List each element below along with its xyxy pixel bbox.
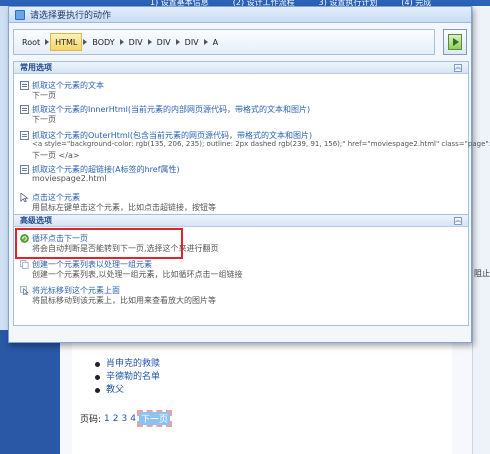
advanced-options-header[interactable]: 高级选项 ︽ <box>14 215 468 227</box>
pager: 页码: 1 2 3 4 下一页 <box>80 410 173 427</box>
breadcrumb-separator-icon <box>147 39 152 45</box>
page-link[interactable]: 3 <box>122 414 128 424</box>
action-desc: moviespage2.html <box>32 174 107 183</box>
breadcrumb-item-root[interactable]: Root <box>18 33 44 51</box>
cursor-icon <box>20 193 29 202</box>
dialog-title-bar: 请选择要执行的动作 <box>9 7 471 23</box>
action-desc: 用鼠标左键单击这个元素，比如点击超链接，按钮等 <box>32 203 216 212</box>
movie-link[interactable]: 教父 <box>94 384 160 397</box>
highlight-annotation <box>15 228 183 259</box>
action-desc: 将鼠标移动到该元素上，比如用来查看放大的图片等 <box>32 296 216 305</box>
breadcrumb-separator-icon <box>119 39 124 45</box>
doc-icon <box>20 81 29 90</box>
breadcrumb-item-html[interactable]: HTML <box>50 33 83 51</box>
page-link[interactable]: 4 <box>130 414 136 424</box>
page-link[interactable]: 1 <box>104 414 110 424</box>
right-panel-label: 阻止 <box>474 269 490 278</box>
collapse-icon[interactable]: ︽ <box>454 63 462 72</box>
common-options-header[interactable]: 常用选项 ︽ <box>14 62 468 74</box>
breadcrumb-separator-icon <box>45 39 50 45</box>
section-title: 常用选项 <box>20 63 52 72</box>
collapse-icon[interactable]: ︽ <box>454 216 462 225</box>
doc-icon <box>20 105 29 114</box>
movie-list: 肖申克的救赎 辛德勒的名单 教父 <box>94 358 160 397</box>
common-options-section: 常用选项 ︽ 抓取这个元素的文本 下一页 抓取这个元素的InnerHtml(当前… <box>13 61 490 215</box>
breadcrumb-item-div[interactable]: DIV <box>181 33 203 51</box>
doc-icon <box>20 131 29 140</box>
doc-icon <box>20 165 29 174</box>
app-icon <box>15 9 25 20</box>
action-desc: 下一页 <box>32 115 56 124</box>
breadcrumb-separator-icon <box>175 39 180 45</box>
action-title[interactable]: 抓取这个元素的InnerHtml(当前元素的内部网页源代码，带格式的文本和图片) <box>32 104 310 115</box>
element-breadcrumb: Root HTML BODY DIV DIV DIV A <box>13 29 435 55</box>
movie-link[interactable]: 肖申克的救赎 <box>94 358 160 371</box>
action-dialog: 请选择要执行的动作 Root HTML BODY DIV DIV DIV A 常… <box>8 6 490 343</box>
breadcrumb-item-body[interactable]: BODY <box>88 33 118 51</box>
breadcrumb-item-a[interactable]: A <box>209 33 222 51</box>
list-icon <box>20 260 29 269</box>
pager-label: 页码: <box>80 415 102 425</box>
run-button[interactable] <box>443 29 467 55</box>
app-left-panel-footer <box>0 330 60 454</box>
breadcrumb-item-div[interactable]: DIV <box>125 33 147 51</box>
dialog-title: 请选择要执行的动作 <box>30 11 112 21</box>
movie-link[interactable]: 辛德勒的名单 <box>94 371 160 384</box>
breadcrumb-separator-icon <box>83 39 88 45</box>
action-desc: 下一页 </a> <box>32 151 80 160</box>
action-desc: 创建一个元素列表,以处理一组元素，比如循环点击一组链接 <box>32 270 243 279</box>
action-desc: <a style="background-color: rgb(135, 206… <box>32 140 490 148</box>
next-page-link[interactable]: 下一页 <box>136 410 173 427</box>
action-desc: 下一页 <box>32 91 56 100</box>
run-icon <box>448 34 462 50</box>
app-right-panel <box>472 6 490 454</box>
breadcrumb-separator-icon <box>203 39 208 45</box>
page-link[interactable]: 2 <box>113 414 119 424</box>
move-cursor-icon <box>20 286 29 295</box>
section-title: 高级选项 <box>20 216 52 225</box>
breadcrumb-item-div[interactable]: DIV <box>153 33 175 51</box>
